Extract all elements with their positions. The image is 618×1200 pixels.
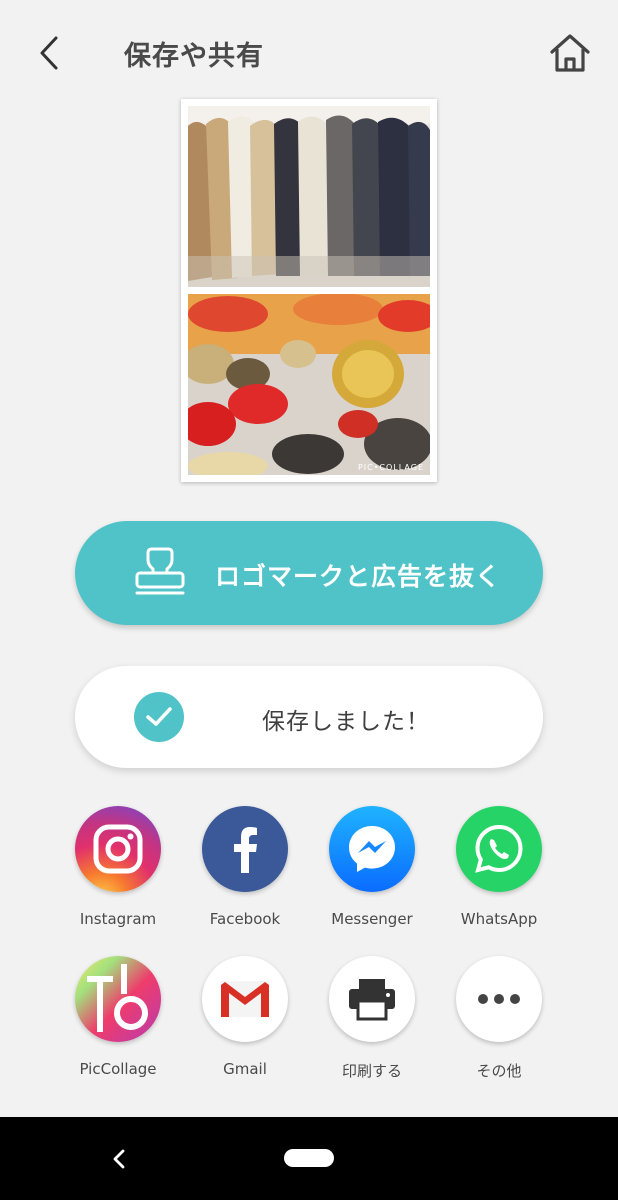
coats-on-rack-photo [188, 106, 430, 287]
messenger-icon [329, 806, 415, 892]
share-whatsapp[interactable]: WhatsApp [435, 806, 563, 946]
remove-ads-label: ロゴマークと広告を抜く [215, 562, 502, 591]
share-label: Instagram [79, 910, 157, 928]
share-instagram[interactable]: Instagram [54, 806, 182, 946]
piccollage-watermark: PIC•COLLAGE [357, 463, 424, 472]
home-icon [550, 34, 590, 72]
nav-back-icon[interactable] [106, 1145, 132, 1173]
app-header: 保存や共有 [0, 0, 618, 106]
piccollage-icon [75, 956, 161, 1042]
saved-label: 保存しました！ [262, 709, 430, 735]
remove-logo-and-ads-button[interactable]: ロゴマークと広告を抜く [75, 521, 543, 625]
nav-home-pill[interactable] [284, 1149, 334, 1167]
home-button[interactable] [546, 30, 594, 76]
share-label: 印刷する [341, 1062, 402, 1080]
whatsapp-icon [456, 806, 542, 892]
facebook-icon [202, 806, 288, 892]
share-label: WhatsApp [460, 910, 538, 928]
share-messenger[interactable]: Messenger [308, 806, 436, 946]
share-print[interactable]: 印刷する [308, 956, 436, 1096]
share-label: その他 [476, 1062, 522, 1080]
share-label: Facebook [209, 910, 281, 928]
share-gmail[interactable]: Gmail [181, 956, 309, 1096]
share-label: PicCollage [79, 1060, 157, 1078]
share-more[interactable]: その他 [435, 956, 563, 1096]
chevron-left-icon [40, 36, 58, 70]
share-label: Messenger [331, 910, 413, 928]
check-icon [134, 692, 184, 742]
back-button[interactable] [28, 30, 70, 76]
share-piccollage[interactable]: PicCollage [54, 956, 182, 1096]
instagram-icon [75, 806, 161, 892]
share-facebook[interactable]: Facebook [181, 806, 309, 946]
share-label: Gmail [223, 1060, 267, 1078]
saved-status: 保存しました！ [75, 666, 543, 768]
collage-preview[interactable]: PIC•COLLAGE [181, 99, 437, 482]
page-title: 保存や共有 [124, 41, 264, 72]
system-navigation-bar [0, 1117, 618, 1200]
printer-icon [329, 956, 415, 1042]
gmail-icon [202, 956, 288, 1042]
buttons-closeup-photo: PIC•COLLAGE [188, 294, 430, 475]
more-icon [456, 956, 542, 1042]
stamp-icon [135, 547, 185, 595]
